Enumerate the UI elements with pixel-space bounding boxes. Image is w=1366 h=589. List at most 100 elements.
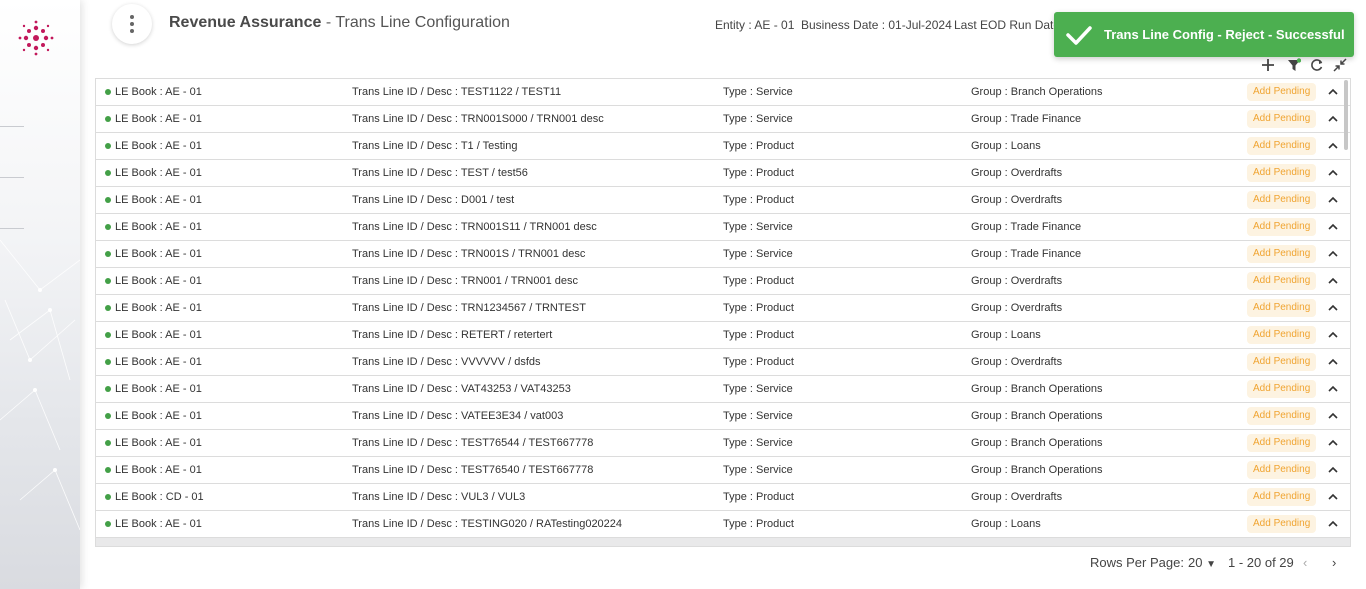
table-row[interactable]: LE Book : AE - 01 Trans Line ID / Desc : … xyxy=(96,79,1350,106)
table-row[interactable]: LE Book : AE - 01 Trans Line ID / Desc : … xyxy=(96,430,1350,457)
table-row[interactable]: LE Book : AE - 01 Trans Line ID / Desc : … xyxy=(96,322,1350,349)
status-dot xyxy=(105,170,111,176)
trans-line-cell: Trans Line ID / Desc : VUL3 / VUL3 xyxy=(352,491,526,503)
chevron-up-icon[interactable] xyxy=(1327,356,1339,368)
le-book-cell: LE Book : AE - 01 xyxy=(115,437,202,449)
status-badge: Add Pending xyxy=(1247,191,1317,209)
last-eod-info: Last EOD Run Date xyxy=(954,18,1061,32)
table-row[interactable]: LE Book : CD - 01 Trans Line ID / Desc : … xyxy=(96,484,1350,511)
le-book-cell: LE Book : AE - 01 xyxy=(115,302,202,314)
chevron-up-icon[interactable] xyxy=(1327,275,1339,287)
table-row[interactable]: LE Book : AE - 01 Trans Line ID / Desc : … xyxy=(96,295,1350,322)
status-badge: Add Pending xyxy=(1247,299,1317,317)
chevron-up-icon[interactable] xyxy=(1327,437,1339,449)
table-row[interactable]: LE Book : AE - 01 Trans Line ID / Desc : … xyxy=(96,133,1350,160)
le-book-cell: LE Book : AE - 01 xyxy=(115,140,202,152)
chevron-up-icon[interactable] xyxy=(1327,464,1339,476)
chevron-up-icon[interactable] xyxy=(1327,221,1339,233)
chevron-up-icon[interactable] xyxy=(1327,140,1339,152)
chevron-up-icon[interactable] xyxy=(1327,167,1339,179)
group-cell: Group : Branch Operations xyxy=(971,86,1103,98)
chevron-up-icon[interactable] xyxy=(1327,113,1339,125)
title-separator: - xyxy=(321,14,336,31)
status-dot xyxy=(105,197,111,203)
business-date-info: Business Date : 01-Jul-2024 xyxy=(801,18,952,32)
table-row[interactable]: LE Book : AE - 01 Trans Line ID / Desc : … xyxy=(96,187,1350,214)
next-page-icon[interactable]: › xyxy=(1332,555,1336,570)
table-row[interactable] xyxy=(96,538,1350,546)
sidebar-divider xyxy=(0,126,24,127)
table-row[interactable]: LE Book : AE - 01 Trans Line ID / Desc : … xyxy=(96,106,1350,133)
status-badge: Add Pending xyxy=(1247,83,1317,101)
group-cell: Group : Loans xyxy=(971,140,1041,152)
table-row[interactable]: LE Book : AE - 01 Trans Line ID / Desc : … xyxy=(96,403,1350,430)
add-icon[interactable] xyxy=(1259,56,1277,74)
status-dot xyxy=(105,494,111,500)
group-cell: Group : Overdrafts xyxy=(971,356,1063,368)
success-toast: Trans Line Config - Reject - Successful xyxy=(1054,12,1354,57)
type-cell: Type : Service xyxy=(723,248,793,260)
trans-line-cell: Trans Line ID / Desc : TEST1122 / TEST11 xyxy=(352,86,562,98)
table-row[interactable]: LE Book : AE - 01 Trans Line ID / Desc : … xyxy=(96,241,1350,268)
chevron-up-icon[interactable] xyxy=(1327,86,1339,98)
type-cell: Type : Product xyxy=(723,167,794,179)
status-dot xyxy=(105,440,111,446)
table-row[interactable]: LE Book : AE - 01 Trans Line ID / Desc : … xyxy=(96,268,1350,295)
sidebar-divider xyxy=(0,177,24,178)
entity-info: Entity : AE - 01 xyxy=(715,18,795,32)
chevron-up-icon[interactable] xyxy=(1327,302,1339,314)
app-name: Revenue Assurance xyxy=(169,14,322,31)
type-cell: Type : Service xyxy=(723,437,793,449)
more-menu-button[interactable] xyxy=(112,4,152,44)
status-dot xyxy=(105,413,111,419)
table-row[interactable]: LE Book : AE - 01 Trans Line ID / Desc : … xyxy=(96,376,1350,403)
group-cell: Group : Overdrafts xyxy=(971,275,1063,287)
le-book-cell: LE Book : AE - 01 xyxy=(115,167,202,179)
chevron-up-icon[interactable] xyxy=(1327,329,1339,341)
status-dot xyxy=(105,332,111,338)
collapse-icon[interactable] xyxy=(1331,56,1349,74)
status-badge: Add Pending xyxy=(1247,110,1317,128)
app-logo[interactable] xyxy=(16,18,56,58)
status-dot xyxy=(105,278,111,284)
le-book-cell: LE Book : AE - 01 xyxy=(115,275,202,287)
chevron-up-icon[interactable] xyxy=(1327,383,1339,395)
rows-per-page-label: Rows Per Page: xyxy=(1090,555,1184,570)
table-row[interactable]: LE Book : AE - 01 Trans Line ID / Desc : … xyxy=(96,160,1350,187)
chevron-up-icon[interactable] xyxy=(1327,410,1339,422)
rows-per-page-select[interactable]: 20 ▼ xyxy=(1188,555,1216,570)
trans-line-cell: Trans Line ID / Desc : TEST76540 / TEST6… xyxy=(352,464,594,476)
trans-line-cell: Trans Line ID / Desc : TRN001S11 / TRN00… xyxy=(352,221,597,233)
status-dot xyxy=(105,467,111,473)
type-cell: Type : Product xyxy=(723,140,794,152)
group-cell: Group : Trade Finance xyxy=(971,248,1082,260)
type-cell: Type : Product xyxy=(723,518,794,530)
rows-per-page-value: 20 xyxy=(1188,555,1203,570)
status-dot xyxy=(105,521,111,527)
chevron-up-icon[interactable] xyxy=(1327,518,1339,530)
status-badge: Add Pending xyxy=(1247,164,1317,182)
le-book-cell: LE Book : CD - 01 xyxy=(115,491,204,503)
status-dot xyxy=(105,143,111,149)
page-name: Trans Line Configuration xyxy=(335,14,510,31)
filter-icon[interactable] xyxy=(1285,56,1303,74)
status-dot xyxy=(105,89,111,95)
table-row[interactable]: LE Book : AE - 01 Trans Line ID / Desc : … xyxy=(96,457,1350,484)
group-cell: Group : Branch Operations xyxy=(971,437,1103,449)
table-row[interactable]: LE Book : AE - 01 Trans Line ID / Desc : … xyxy=(96,349,1350,376)
chevron-up-icon[interactable] xyxy=(1327,491,1339,503)
pagination-range: 1 - 20 of 29 xyxy=(1228,555,1294,570)
prev-page-icon[interactable]: ‹ xyxy=(1303,555,1307,570)
le-book-cell: LE Book : AE - 01 xyxy=(115,383,202,395)
table-row[interactable]: LE Book : AE - 01 Trans Line ID / Desc : … xyxy=(96,214,1350,241)
table-row[interactable]: LE Book : AE - 01 Trans Line ID / Desc : … xyxy=(96,511,1350,538)
group-cell: Group : Branch Operations xyxy=(971,383,1103,395)
group-cell: Group : Overdrafts xyxy=(971,167,1063,179)
refresh-icon[interactable] xyxy=(1308,56,1326,74)
check-icon xyxy=(1054,25,1104,45)
chevron-up-icon[interactable] xyxy=(1327,248,1339,260)
le-book-cell: LE Book : AE - 01 xyxy=(115,356,202,368)
table-scrollbar[interactable] xyxy=(1344,80,1348,150)
chevron-up-icon[interactable] xyxy=(1327,194,1339,206)
le-book-cell: LE Book : AE - 01 xyxy=(115,518,202,530)
